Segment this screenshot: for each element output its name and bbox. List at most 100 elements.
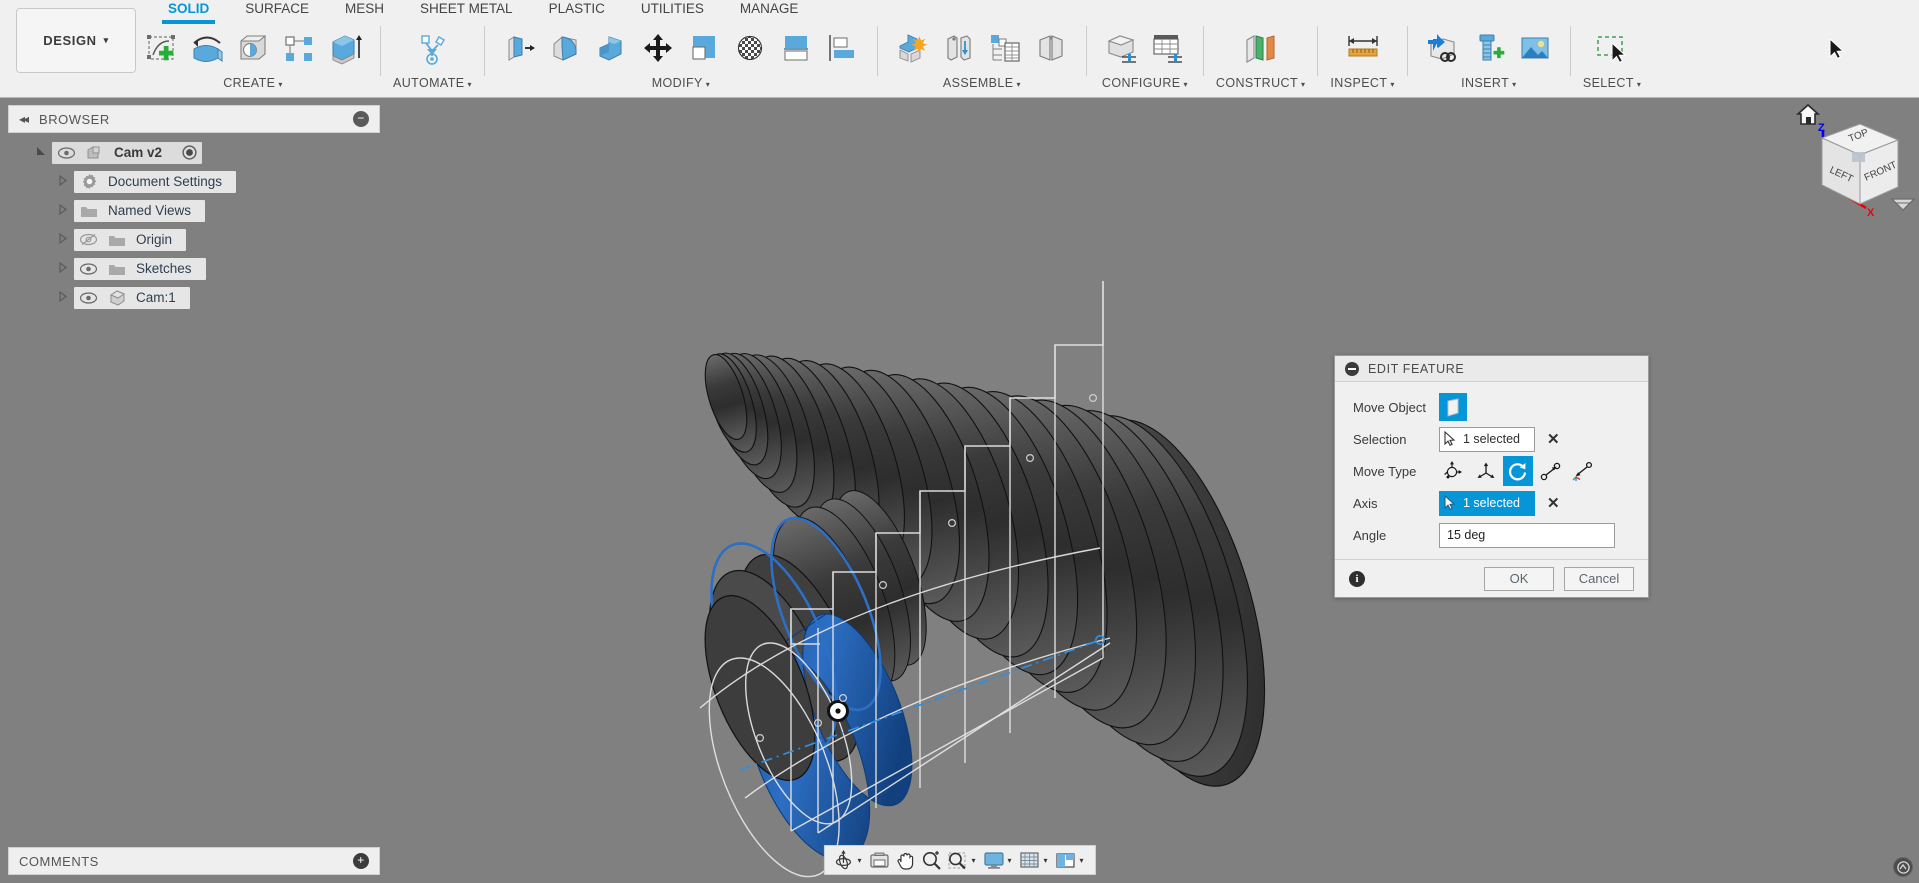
ribbon-group-label-modify: MODIFY ▾ [651,76,711,90]
expander-expanded-icon[interactable] [30,146,52,160]
pan-icon[interactable] [892,847,918,873]
insert-canvas-icon[interactable] [1512,24,1558,74]
viewcube-dropdown-icon[interactable] [1890,198,1916,211]
viewports-icon[interactable] [1053,847,1079,873]
align-icon[interactable] [773,24,819,74]
cancel-button[interactable]: Cancel [1564,566,1634,591]
display-settings-icon[interactable] [980,847,1006,873]
measure-icon[interactable] [1340,24,1386,74]
ribbon-group-assemble: ASSEMBLE ▾ [884,22,1080,98]
tab-sheet-metal[interactable]: SHEET METAL [402,0,531,22]
expander-collapsed-icon[interactable] [52,261,74,276]
chevron-down-icon[interactable]: ▾ [856,856,866,865]
zoom-icon[interactable] [918,847,944,873]
new-sketch-icon[interactable] [138,24,184,74]
tree-item-cam-v2[interactable]: Cam v2 [8,138,380,167]
cube-body[interactable]: TOP LEFT FRONT [1820,123,1900,205]
visibility-eye-hidden-icon[interactable] [74,229,102,251]
browser-tree: Cam v2 Document Settings Named Views Ori… [8,133,380,312]
rigid-group-icon[interactable] [1028,24,1074,74]
expander-collapsed-icon[interactable] [52,290,74,305]
tree-item-cam-1[interactable]: Cam:1 [8,283,380,312]
point-to-position-icon[interactable] [1567,456,1597,486]
visibility-eye-icon[interactable] [74,287,102,309]
rotate-icon[interactable] [1503,456,1533,486]
insert-mcmaster-icon[interactable] [1466,24,1512,74]
dialog-header: EDIT FEATURE [1335,356,1648,382]
move-type-options [1439,456,1597,486]
tree-label: Document Settings [108,174,223,189]
grid-snap-icon[interactable] [1017,847,1043,873]
expander-collapsed-icon[interactable] [52,232,74,247]
tab-surface[interactable]: SURFACE [227,0,327,22]
insert-derive-icon[interactable] [1420,24,1466,74]
bom-icon[interactable] [982,24,1028,74]
appearance-icon[interactable] [727,24,773,74]
tab-utilities[interactable]: UTILITIES [623,0,722,22]
tree-label: Cam v2 [114,145,163,160]
dialog-body: Move Object Selection 1 selected ✕ Move … [1335,382,1648,559]
tree-item-document-settings[interactable]: Document Settings [8,167,380,196]
expander-collapsed-icon[interactable] [52,203,74,218]
clear-selection-icon[interactable]: ✕ [1547,430,1560,448]
look-at-icon[interactable] [866,847,892,873]
select-window-icon[interactable] [1589,24,1635,74]
ribbon-group-label-construct: CONSTRUCT ▾ [1215,76,1306,90]
tree-item-origin[interactable]: Origin [8,225,380,254]
tab-manage[interactable]: MANAGE [722,0,817,22]
hole-icon[interactable] [230,24,276,74]
chevron-down-icon[interactable]: ▾ [1006,856,1016,865]
face-icon[interactable] [1439,393,1467,421]
selection-field[interactable]: 1 selected [1439,426,1535,452]
visibility-eye-icon[interactable] [74,258,102,280]
configuration-table-icon[interactable] [1145,24,1191,74]
ok-button[interactable]: OK [1484,566,1554,591]
tab-mesh[interactable]: MESH [327,0,402,22]
joint-icon[interactable] [936,24,982,74]
zoom-window-icon[interactable] [944,847,970,873]
info-icon[interactable]: i [1349,570,1365,587]
angle-input[interactable]: 15 deg [1439,522,1615,548]
home-icon[interactable] [1795,103,1821,125]
move-type-label: Move Type [1353,463,1417,479]
tab-solid[interactable]: SOLID [150,0,227,24]
comments-panel[interactable]: COMMENTS + [8,847,380,875]
point-to-point-icon[interactable] [1535,456,1565,486]
row-axis: Axis 1 selected ✕ [1335,487,1648,519]
new-component-icon[interactable] [890,24,936,74]
automate-icon[interactable] [409,24,455,74]
offset-plane-icon[interactable] [1238,24,1284,74]
move-copy-icon[interactable] [635,24,681,74]
visibility-eye-icon[interactable] [52,142,80,164]
collapse-icon[interactable]: ◂◂ [19,112,29,126]
revolve-icon[interactable] [184,24,230,74]
chevron-down-icon[interactable]: ▾ [1043,856,1053,865]
combine-icon[interactable] [681,24,727,74]
ribbon-group-label-select: SELECT ▾ [1582,76,1642,90]
expander-collapsed-icon[interactable] [52,174,74,189]
extrude-icon[interactable] [322,24,368,74]
tab-plastic[interactable]: PLASTIC [531,0,623,22]
view-cube[interactable]: Z X TOP LEFT FRONT [1780,100,1919,230]
fillet-icon[interactable] [543,24,589,74]
configuration-icon[interactable] [1099,24,1145,74]
translate-xyz-icon[interactable] [1471,456,1501,486]
axis-field[interactable]: 1 selected [1439,490,1535,516]
activate-component-radio[interactable] [176,142,202,164]
collapse-dialog-icon[interactable] [1345,361,1359,376]
minimize-icon[interactable]: − [353,111,369,127]
tree-item-named-views[interactable]: Named Views [8,196,380,225]
clear-axis-icon[interactable]: ✕ [1547,494,1560,512]
add-comment-icon[interactable]: + [353,853,369,869]
pattern-icon[interactable] [276,24,322,74]
offset-face-icon[interactable] [819,24,865,74]
chevron-down-icon[interactable]: ▾ [1079,856,1089,865]
status-badge[interactable] [1893,857,1913,877]
tree-item-sketches[interactable]: Sketches [8,254,380,283]
shell-icon[interactable] [589,24,635,74]
free-move-icon[interactable] [1439,456,1469,486]
chevron-down-icon[interactable]: ▾ [970,856,980,865]
workspace-switcher-button[interactable]: DESIGN ▾ [16,8,136,73]
orbit-icon[interactable] [830,847,856,873]
press-pull-icon[interactable] [497,24,543,74]
